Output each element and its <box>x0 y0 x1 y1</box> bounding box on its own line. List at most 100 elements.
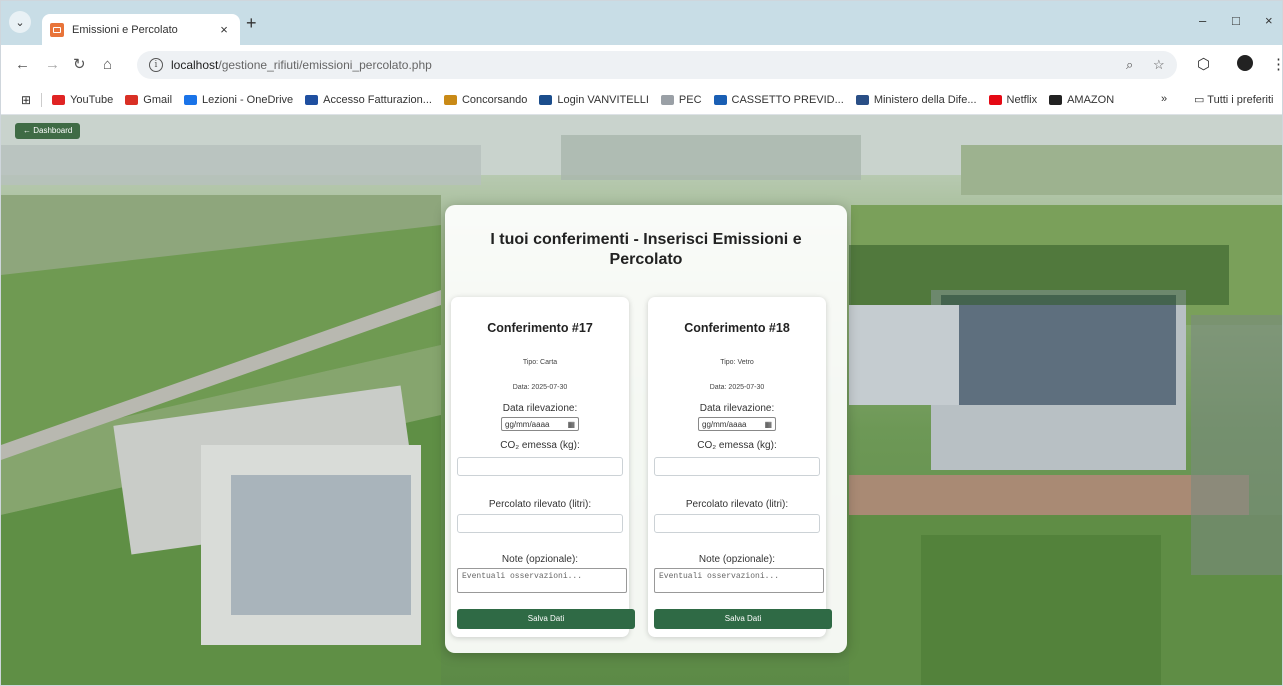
tab-strip: ⌄ Emissioni e Percolato × + – □ × <box>1 1 1282 45</box>
bookmark-label: YouTube <box>70 93 114 106</box>
data-rilevazione-input[interactable]: gg/mm/aaaa ▦ <box>698 417 776 431</box>
data-rilevazione-label: Data rilevazione: <box>502 403 578 414</box>
data-text: Data: 2025-07-30 <box>709 384 765 391</box>
conferimento-card-17: Conferimento #17 Tipo: Carta Data: 2025-… <box>451 297 635 637</box>
bookmark-item[interactable]: Accesso Fatturazion... <box>305 94 432 106</box>
bookmark-item[interactable]: PEC <box>660 93 702 106</box>
tab-title: Emissioni e Percolato <box>72 23 178 36</box>
save-button[interactable]: Salva Dati <box>457 609 635 629</box>
back-arrow-icon[interactable]: ← <box>15 57 30 73</box>
tipo-text: Tipo: Carta <box>522 359 558 366</box>
reload-icon[interactable]: ↻ <box>73 57 86 73</box>
data-rilevazione-input[interactable]: gg/mm/aaaa ▦ <box>501 417 579 431</box>
url-path: /gestione_rifiuti/emissioni_percolato.ph… <box>218 58 432 72</box>
bookmarks-bar: ⊞ YouTube Gmail Lezioni - OneDrive Accesso … <box>1 85 1282 115</box>
date-placeholder: gg/mm/aaaa <box>505 419 550 429</box>
percolato-label: Percolato rilevato (litri): <box>488 499 592 510</box>
data-text: Data: 2025-07-30 <box>512 384 568 391</box>
note-textarea[interactable]: Eventuali osservazioni... <box>654 568 824 593</box>
page-viewport: ← Dashboard I tuoi conferimenti - Inseri… <box>1 115 1282 685</box>
forward-arrow-icon[interactable]: → <box>45 57 60 73</box>
new-tab-button[interactable]: + <box>246 14 257 32</box>
browser-toolbar: ← → ↻ ⌂ i localhost /gestione_rifiuti/em… <box>1 45 1282 85</box>
apps-grid-icon[interactable]: ⊞ <box>21 93 31 107</box>
bookmark-favicon-icon <box>539 94 553 105</box>
conferimento-heading: Conferimento #17 <box>487 321 593 335</box>
bookmark-list: YouTube Gmail Lezioni - OneDrive Accesso Fa… <box>52 94 1126 106</box>
percolato-input[interactable] <box>654 514 820 533</box>
co2-input[interactable] <box>457 457 623 476</box>
bookmark-label: Netflix <box>1006 93 1038 106</box>
conferimento-heading: Conferimento #18 <box>684 321 790 335</box>
all-bookmarks-button[interactable]: ▭ Tutti i preferiti <box>1194 93 1274 106</box>
zoom-icon[interactable]: ⌕ <box>1126 57 1133 73</box>
bookmark-item[interactable]: YouTube <box>52 94 113 106</box>
bookmark-item[interactable]: AMAZON <box>1049 94 1114 106</box>
bookmark-favicon-icon <box>1049 94 1063 105</box>
page-title: I tuoi conferimenti - Inserisci Emission… <box>490 231 802 268</box>
tipo-text: Tipo: Vetro <box>720 359 754 366</box>
data-rilevazione-label: Data rilevazione: <box>699 403 775 414</box>
bookmark-label: Accesso Fatturazion... <box>323 93 432 106</box>
bookmark-label: Login VANVITELLI <box>557 93 649 106</box>
close-tab-icon[interactable]: × <box>216 22 232 37</box>
bookmark-favicon-icon <box>52 94 66 105</box>
site-info-icon[interactable]: i <box>149 58 163 72</box>
bookmark-label: PEC <box>678 93 702 106</box>
form-card: I tuoi conferimenti - Inserisci Emission… <box>445 205 847 653</box>
bookmark-item[interactable]: CASSETTO PREVID... <box>713 93 844 106</box>
chevron-down-icon: ⌄ <box>15 16 25 29</box>
tab-emissioni[interactable]: Emissioni e Percolato × <box>42 14 240 45</box>
menu-dots-icon[interactable]: ⋮ <box>1271 55 1282 73</box>
bookmark-label: AMAZON <box>1067 93 1115 106</box>
bookmark-favicon-icon <box>988 94 1002 105</box>
all-bookmarks-label: Tutti i preferiti <box>1207 94 1274 106</box>
bookmark-favicon-icon <box>660 94 674 105</box>
bookmark-favicon-icon <box>305 94 319 105</box>
page-favicon-icon <box>50 22 64 37</box>
bookmark-favicon-icon <box>125 94 139 105</box>
bookmark-item[interactable]: Netflix <box>988 93 1038 106</box>
bookmark-label: Concorsando <box>461 93 528 106</box>
date-placeholder: gg/mm/aaaa <box>702 419 747 429</box>
save-button[interactable]: Salva Dati <box>654 609 832 629</box>
note-textarea[interactable]: Eventuali osservazioni... <box>457 568 627 593</box>
bookmark-separator <box>41 92 43 107</box>
co2-label: CO₂ emessa (kg): <box>697 440 777 451</box>
tab-search-button[interactable]: ⌄ <box>9 11 31 33</box>
percolato-label: Percolato rilevato (litri): <box>685 499 789 510</box>
restore-button[interactable]: □ <box>1232 13 1240 28</box>
bookmark-label: Lezioni - OneDrive <box>202 93 294 106</box>
bookmark-star-icon[interactable]: ☆ <box>1153 57 1165 73</box>
co2-label: CO₂ emessa (kg): <box>500 440 580 451</box>
bookmark-item[interactable]: Gmail <box>125 94 172 106</box>
dashboard-button[interactable]: ← Dashboard <box>15 123 81 139</box>
note-label: Note (opzionale): <box>501 554 579 565</box>
co2-input[interactable] <box>654 457 820 476</box>
bookmarks-overflow-icon[interactable]: » <box>1161 93 1167 105</box>
address-bar[interactable]: i localhost /gestione_rifiuti/emissioni_… <box>137 51 1177 79</box>
calendar-icon[interactable]: ▦ <box>567 420 575 429</box>
conferimento-card-18: Conferimento #18 Tipo: Vetro Data: 2025-… <box>648 297 832 637</box>
profile-avatar[interactable] <box>1237 55 1253 71</box>
bookmark-favicon-icon <box>443 94 457 105</box>
bookmark-item[interactable]: Login VANVITELLI <box>539 94 649 106</box>
window-close-button[interactable]: × <box>1265 13 1273 28</box>
browser-window: ⌄ Emissioni e Percolato × + – □ × ← → ↻ … <box>0 0 1283 686</box>
bookmark-item[interactable]: Concorsando <box>443 93 528 106</box>
home-icon[interactable]: ⌂ <box>103 57 112 73</box>
minimize-button[interactable]: – <box>1199 13 1206 28</box>
extensions-icon[interactable]: ⬡ <box>1197 55 1210 73</box>
note-label: Note (opzionale): <box>698 554 776 565</box>
url-host: localhost <box>171 58 219 72</box>
bookmark-label: Ministero della Dife... <box>873 93 977 106</box>
bookmark-label: CASSETTO PREVID... <box>731 93 844 106</box>
bookmark-item[interactable]: Lezioni - OneDrive <box>184 94 293 106</box>
percolato-input[interactable] <box>457 514 623 533</box>
bookmark-label: Gmail <box>143 93 173 106</box>
bookmark-item[interactable]: Ministero della Dife... <box>855 93 977 106</box>
bookmark-favicon-icon <box>184 94 198 105</box>
bookmark-favicon-icon <box>713 94 727 105</box>
bookmark-favicon-icon <box>855 94 869 105</box>
calendar-icon[interactable]: ▦ <box>764 420 772 429</box>
